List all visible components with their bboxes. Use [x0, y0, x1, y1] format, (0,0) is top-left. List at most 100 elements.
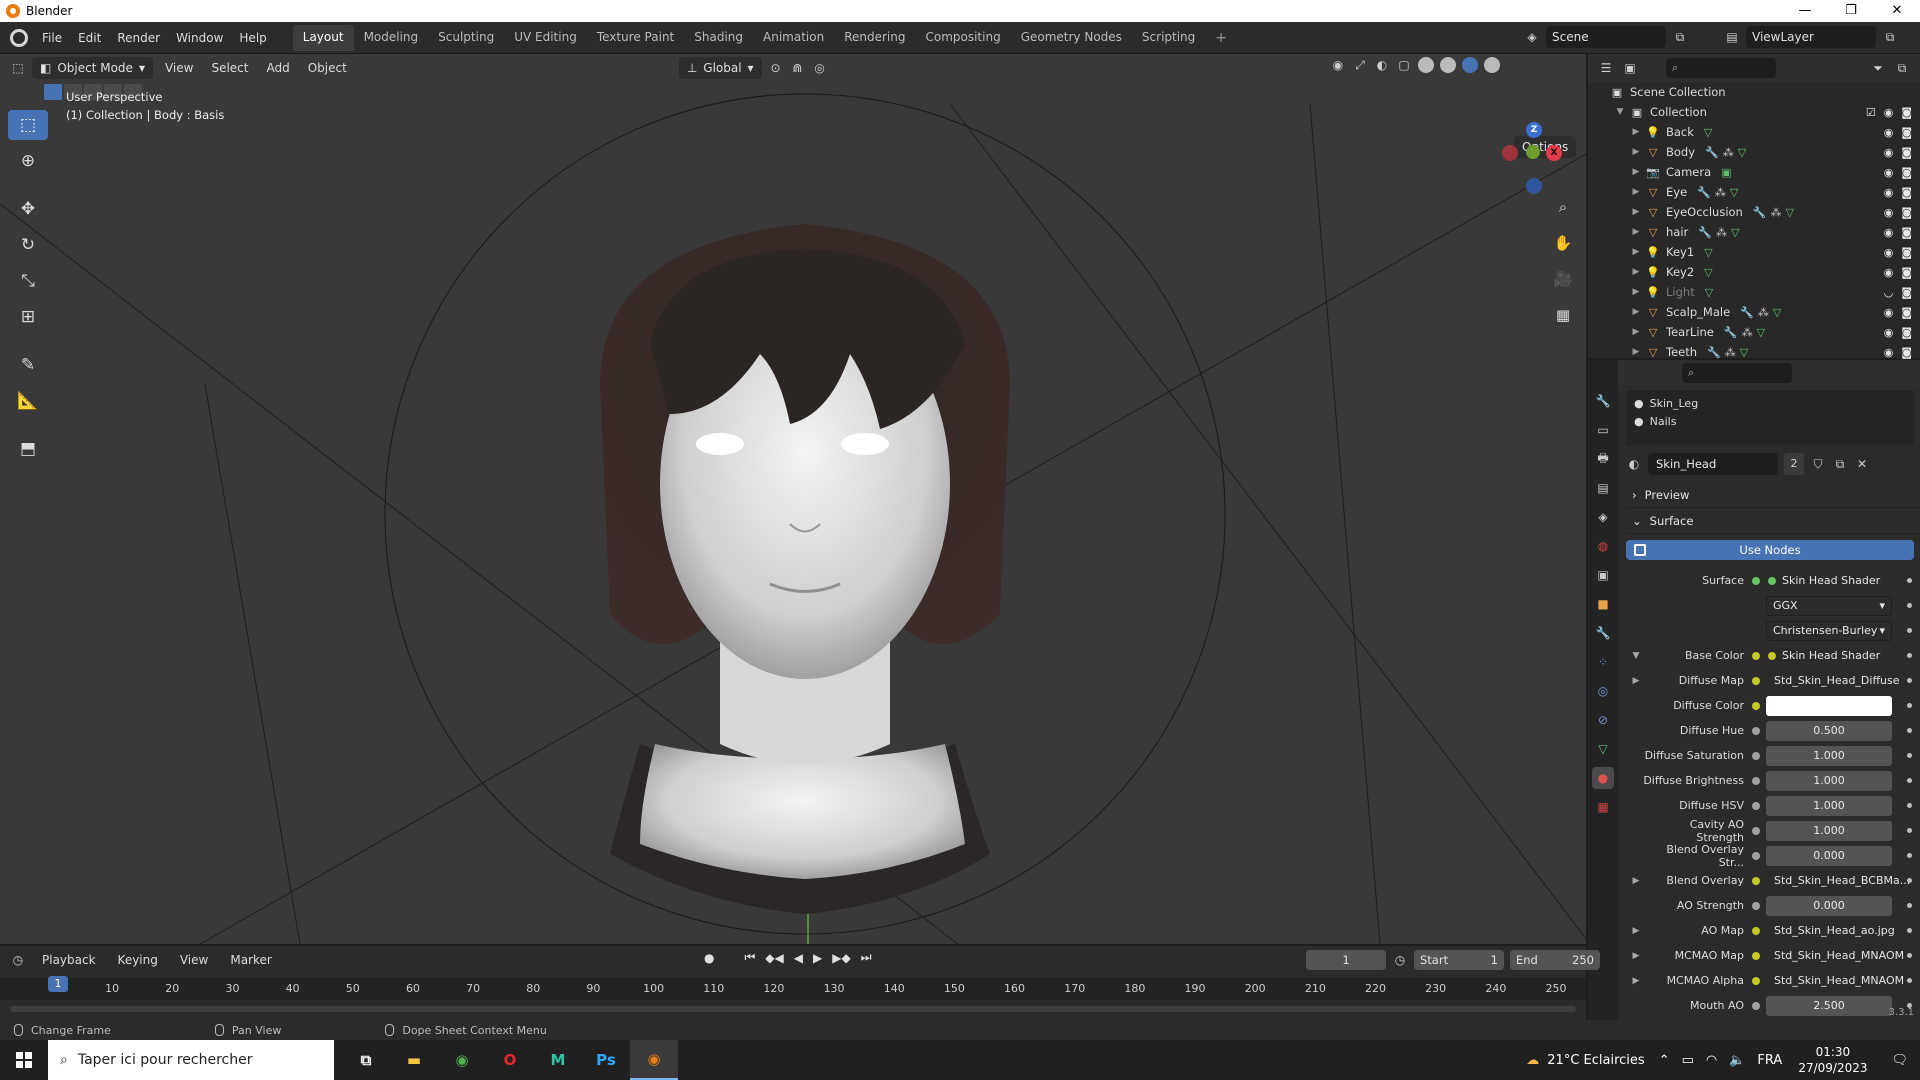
wrench-icon[interactable]: 🔧	[1697, 186, 1711, 199]
socket-icon[interactable]	[1752, 676, 1760, 685]
language-indicator[interactable]: FRA	[1757, 1053, 1782, 1068]
particles-tab-icon[interactable]: ⁘	[1592, 651, 1614, 673]
gizmo-neg-y[interactable]	[1526, 145, 1540, 159]
input-value[interactable]: 1.000	[1766, 795, 1892, 816]
prev-keyframe-icon[interactable]: ◆◀	[765, 951, 783, 965]
expand-icon[interactable]: ▶	[1630, 187, 1642, 197]
viewport-menu-view[interactable]: View	[159, 61, 199, 75]
camera-render-icon[interactable]: ◙	[1901, 186, 1912, 199]
clock[interactable]: 01:30 27/09/2023	[1798, 1044, 1867, 1076]
camera-render-icon[interactable]: ◙	[1901, 146, 1912, 159]
end-frame-field[interactable]: End 250	[1510, 950, 1600, 970]
jump-start-icon[interactable]: ⏮	[744, 950, 755, 965]
scene-name-field[interactable]: Scene	[1546, 26, 1666, 48]
keyframe-dot-icon[interactable]	[1907, 828, 1912, 833]
timeline-menu-playback[interactable]: Playback	[36, 953, 102, 967]
add-workspace-button[interactable]: +	[1205, 25, 1237, 51]
timeline-menu-keying[interactable]: Keying	[112, 953, 164, 967]
camera-data-icon[interactable]: ▣	[1721, 166, 1731, 179]
mesh-data-icon[interactable]: ▽	[1738, 146, 1746, 159]
mesh-data-icon[interactable]: ▽	[1773, 306, 1781, 319]
rendered-shading-icon[interactable]	[1484, 57, 1500, 73]
keyframe-dot-icon[interactable]	[1907, 953, 1912, 958]
outliner-item-camera[interactable]: ▶ 📷 Camera ▣ ◉ ◙	[1588, 162, 1920, 182]
new-collection-icon[interactable]: ⧉	[1894, 60, 1910, 76]
physics-tab-icon[interactable]: ◎	[1592, 680, 1614, 702]
taskbar-search-box[interactable]: ⌕ Taper ici pour rechercher	[48, 1040, 334, 1080]
tool-tab-icon[interactable]: 🔧	[1592, 390, 1614, 412]
menu-edit[interactable]: Edit	[70, 31, 109, 45]
outliner-item-back[interactable]: ▶ 💡 Back ▽ ◉ ◙	[1588, 122, 1920, 142]
tab-uv-editing[interactable]: UV Editing	[504, 25, 587, 51]
surface-panel-header[interactable]: ⌄ Surface	[1626, 508, 1920, 534]
network-icon[interactable]: ◠	[1706, 1053, 1717, 1068]
input-value[interactable]: Std_Skin_Head_ao.jpg	[1766, 921, 1895, 941]
current-frame-field[interactable]: 1	[1306, 950, 1386, 970]
tab-shading[interactable]: Shading	[684, 25, 753, 51]
keyframe-dot-icon[interactable]	[1907, 653, 1912, 658]
chrome-icon[interactable]: ◉	[438, 1040, 486, 1080]
input-value[interactable]: 2.500	[1766, 995, 1892, 1016]
overlays-icon[interactable]: ◐	[1374, 57, 1390, 73]
tab-sculpting[interactable]: Sculpting	[428, 25, 504, 51]
tab-rendering[interactable]: Rendering	[834, 25, 915, 51]
cursor-icon[interactable]: ⊕	[8, 146, 48, 176]
tab-modeling[interactable]: Modeling	[354, 25, 429, 51]
camera-render-icon[interactable]: ◙	[1901, 266, 1912, 279]
armature-icon[interactable]: ⁂	[1716, 226, 1727, 239]
keyframe-dot-icon[interactable]	[1907, 803, 1912, 808]
input-value[interactable]: Std_Skin_Head_MNAOM	[1766, 971, 1904, 991]
m-app-icon[interactable]: M	[534, 1040, 582, 1080]
outliner-item-scalp_male[interactable]: ▶ ▽ Scalp_Male 🔧 ⁂ ▽ ◉ ◙	[1588, 302, 1920, 322]
input-value[interactable]: 0.000	[1766, 895, 1892, 916]
eye-icon[interactable]: ◉	[1884, 306, 1894, 319]
camera-view-icon[interactable]: 🎥	[1550, 266, 1576, 292]
timeline-scrollbar[interactable]	[10, 1006, 1576, 1012]
expand-icon[interactable]: ▶	[1630, 976, 1642, 986]
gizmo-neg-x[interactable]	[1502, 145, 1518, 161]
expand-icon[interactable]: ▶	[1630, 347, 1642, 357]
keyframe-dot-icon[interactable]	[1907, 578, 1912, 583]
expand-icon[interactable]: ▶	[1630, 951, 1642, 961]
input-value[interactable]: 0.000	[1766, 845, 1892, 866]
transform-icon[interactable]: ⊞	[8, 302, 48, 332]
playhead[interactable]: 1	[48, 976, 68, 992]
input-value[interactable]: Christensen-Burley ▾	[1766, 620, 1892, 641]
start-frame-field[interactable]: Start 1	[1414, 950, 1504, 970]
eye-icon[interactable]: ◉	[1884, 166, 1894, 179]
mesh-data-icon[interactable]: ▽	[1731, 226, 1739, 239]
record-icon[interactable]: ●	[704, 951, 714, 965]
eye-icon[interactable]: ◉	[1884, 106, 1894, 119]
timeline-menu-marker[interactable]: Marker	[224, 953, 277, 967]
camera-render-icon[interactable]: ◙	[1901, 206, 1912, 219]
armature-icon[interactable]: ⁂	[1771, 206, 1782, 219]
filter-icon[interactable]: ⏷	[1870, 60, 1886, 76]
keyframe-dot-icon[interactable]	[1907, 728, 1912, 733]
volume-icon[interactable]: 🔈	[1729, 1053, 1745, 1068]
material-preview-shading-icon[interactable]	[1462, 57, 1478, 73]
wireframe-shading-icon[interactable]	[1418, 57, 1434, 73]
constraint-icon[interactable]: ▽	[1704, 266, 1712, 279]
expand-icon[interactable]: ▶	[1630, 676, 1642, 686]
viewport-menu-add[interactable]: Add	[260, 61, 295, 75]
mesh-data-icon[interactable]: ▽	[1757, 326, 1765, 339]
display-mode-icon[interactable]: ▣	[1622, 60, 1638, 76]
close-button[interactable]: ✕	[1874, 0, 1920, 22]
gizmo-x[interactable]: X	[1546, 145, 1562, 161]
object-tab-icon[interactable]: ■	[1592, 593, 1614, 615]
expand-icon[interactable]: ▶	[1630, 287, 1642, 297]
collection-row[interactable]: ▼ ▣ Collection ☑ ◉ ◙	[1588, 102, 1920, 122]
socket-icon[interactable]	[1752, 801, 1760, 810]
timeline-menu-view[interactable]: View	[174, 953, 214, 967]
input-value[interactable]: Std_Skin_Head_Diffuse	[1766, 671, 1900, 691]
expand-icon[interactable]: ▶	[1630, 247, 1642, 257]
battery-icon[interactable]: ▭	[1682, 1053, 1694, 1068]
expand-icon[interactable]: ▶	[1630, 926, 1642, 936]
input-value[interactable]: 1.000	[1766, 770, 1892, 791]
render-tab-icon[interactable]: ▭	[1592, 419, 1614, 441]
constraints-tab-icon[interactable]: ⊘	[1592, 709, 1614, 731]
list-item[interactable]: ● Skin_Leg	[1634, 394, 1914, 412]
keyframe-dot-icon[interactable]	[1907, 603, 1912, 608]
eye-icon[interactable]: ◉	[1884, 266, 1894, 279]
input-value[interactable]: Std_Skin_Head_MNAOM	[1766, 946, 1904, 966]
